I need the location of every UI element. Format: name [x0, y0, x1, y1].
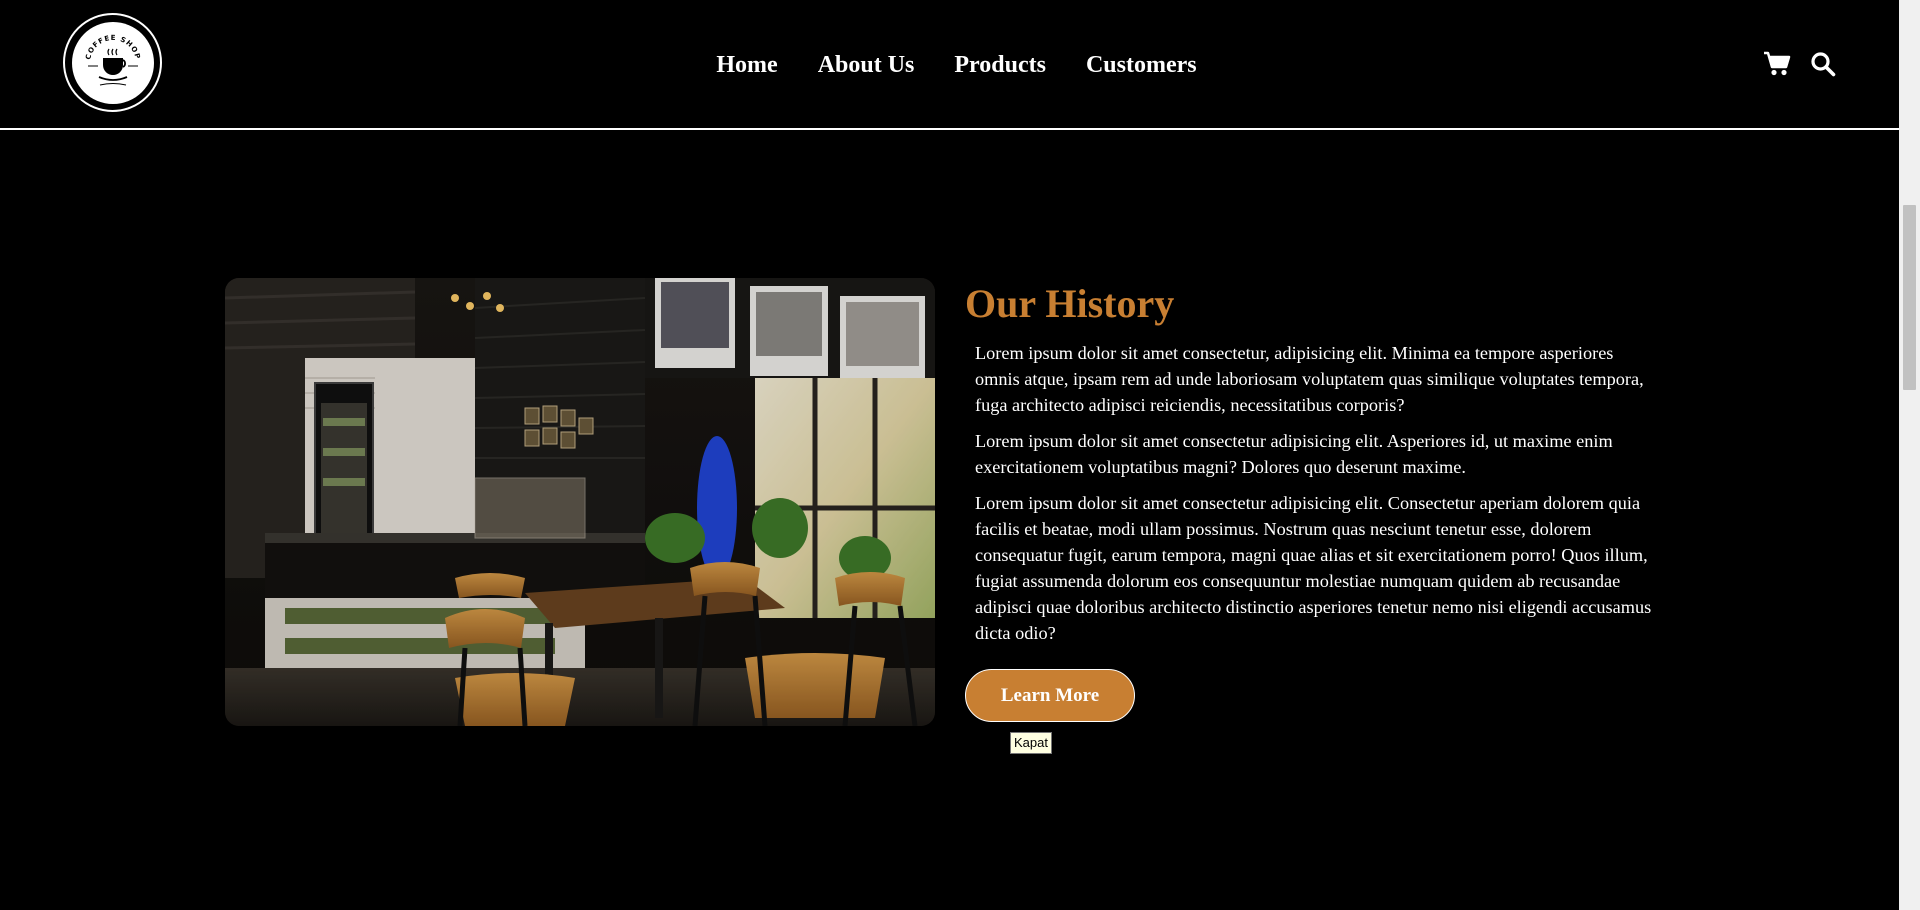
- history-content: Our History Lorem ipsum dolor sit amet c…: [965, 278, 1655, 656]
- cart-icon[interactable]: [1763, 50, 1791, 78]
- main-nav: Home About Us Products Customers: [0, 44, 1899, 86]
- header-icons: [1763, 50, 1837, 78]
- nav-home[interactable]: Home: [716, 44, 777, 86]
- page: COFFEE SHOP Home About Us Products Custo…: [0, 0, 1920, 910]
- search-icon[interactable]: [1809, 50, 1837, 78]
- nav-customers[interactable]: Customers: [1086, 44, 1197, 86]
- history-paragraph-2: Lorem ipsum dolor sit amet consectetur a…: [975, 431, 1613, 477]
- tooltip: Kapat: [1010, 732, 1052, 754]
- history-paragraph-3: Lorem ipsum dolor sit amet consectetur a…: [975, 493, 1652, 643]
- history-paragraph-1: Lorem ipsum dolor sit amet consectetur, …: [975, 343, 1644, 415]
- nav-about-us[interactable]: About Us: [818, 44, 915, 86]
- history-title: Our History: [965, 281, 1175, 326]
- vertical-scrollbar[interactable]: [1899, 0, 1920, 910]
- site-header: COFFEE SHOP Home About Us Products Custo…: [0, 0, 1899, 130]
- cafe-interior-image: [225, 278, 935, 726]
- scrollbar-thumb[interactable]: [1903, 205, 1916, 390]
- history-paragraphs: Lorem ipsum dolor sit amet consectetur, …: [965, 340, 1655, 646]
- nav-products[interactable]: Products: [954, 44, 1046, 86]
- learn-more-button[interactable]: Learn More: [965, 669, 1135, 722]
